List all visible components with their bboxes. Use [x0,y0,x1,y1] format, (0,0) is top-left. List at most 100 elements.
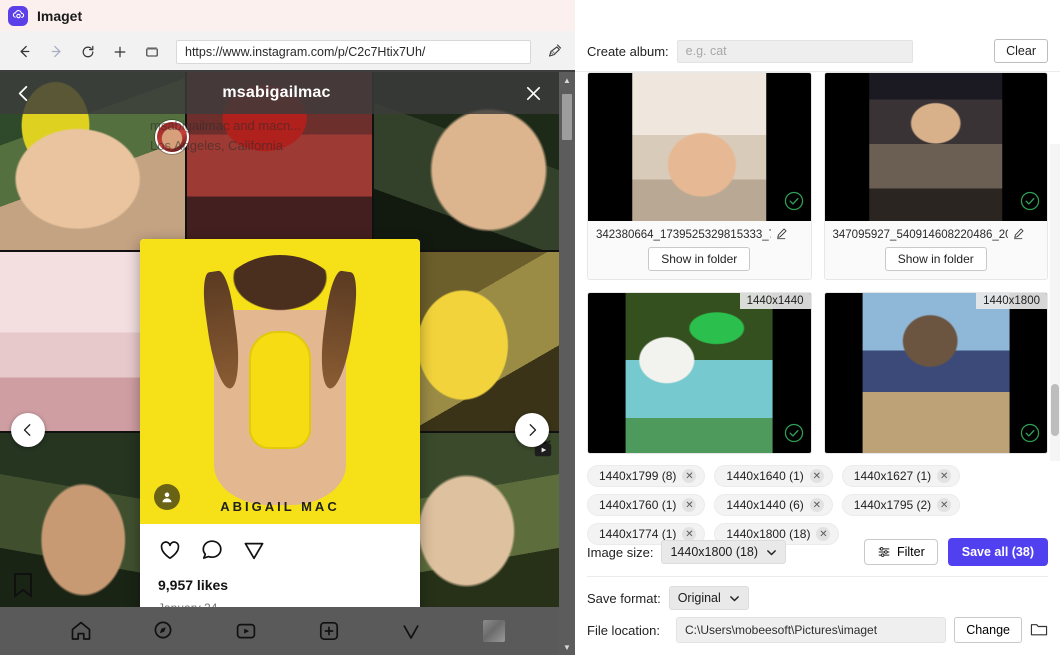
clear-button[interactable]: Clear [994,39,1048,63]
thumbnail-actions: Show in folder [588,247,811,279]
save-format-value: Original [677,591,721,605]
arrow-left-icon[interactable] [10,38,38,66]
panel-scrollbar[interactable] [1050,144,1060,461]
search-icon[interactable] [147,614,181,648]
scroll-down-icon[interactable]: ▼ [559,639,575,655]
check-circle-icon[interactable] [784,423,804,446]
image-size-select[interactable]: 1440x1800 (18) [661,540,787,564]
image-size-label: Image size: [587,544,654,560]
scrollbar-thumb[interactable] [562,94,572,140]
close-icon[interactable]: ✕ [937,498,952,512]
post-action-bar [140,524,420,571]
bookmark-icon [12,572,34,601]
size-filter-chips: 1440x1799 (8) ✕ 1440x1640 (1) ✕ 1440x162… [575,465,1060,545]
size-chip-label: 1440x1440 (6) [726,498,804,512]
thumbnail-image[interactable] [824,73,1047,221]
file-location-input[interactable]: C:\Users\mobeesoft\Pictures\imaget [675,617,947,643]
thumbnail-card[interactable]: 342380664_1739525329815333_77 Show in fo… [587,72,812,280]
scrollbar-thumb[interactable] [1051,384,1059,436]
post-next-button[interactable] [515,413,549,447]
post-prev-button[interactable] [11,413,45,447]
resolution-badge: 1440x1440 [739,293,811,309]
create-album-placeholder: e.g. cat [685,44,727,58]
thumbnail-card[interactable]: 347095927_540914608220486_200 Show in fo… [823,72,1048,280]
heart-icon[interactable] [158,538,182,565]
close-icon[interactable]: ✕ [809,498,824,512]
person-tag-icon[interactable] [154,484,180,510]
post-photo-detail [249,331,311,449]
plus-icon[interactable] [106,38,134,66]
broom-icon[interactable] [539,38,569,66]
size-chip[interactable]: 1440x1627 (1) ✕ [841,465,961,487]
save-format-select[interactable]: Original [668,586,749,610]
size-chip[interactable]: 1440x1799 (8) ✕ [587,465,706,487]
size-chip[interactable]: 1440x1440 (6) ✕ [714,494,833,516]
thumbnail-image[interactable] [588,73,811,221]
instagram-bottom-nav [0,607,559,655]
app-logo-icon [8,5,28,26]
check-circle-icon[interactable] [1020,423,1040,446]
thumbnail-card[interactable]: 1440x1800 [823,292,1048,454]
downloads-panel: Create album: e.g. cat Clear 342380664_1… [575,0,1060,655]
pencil-edit-icon[interactable] [775,227,788,243]
app-title: Imaget [37,7,83,24]
save-format-label: Save format: [587,590,661,606]
reload-icon[interactable] [74,38,102,66]
filter-label: Filter [896,545,925,559]
viewport-scrollbar[interactable]: ▲ ▼ [559,72,575,655]
close-icon[interactable]: ✕ [937,469,952,483]
thumbnail-image[interactable]: 1440x1800 [824,293,1047,453]
image-size-value: 1440x1800 (18) [670,545,759,559]
size-chip[interactable]: 1440x1795 (2) ✕ [841,494,961,516]
instagram-post-card: ABIGAIL MAC 9,957 likes January 24 C [140,239,420,655]
size-chip[interactable]: 1440x1640 (1) ✕ [714,465,833,487]
thumbnail-filename-row: 347095927_540914608220486_200 [825,221,1048,247]
post-photo[interactable]: ABIGAIL MAC [140,239,420,524]
thumbnail-actions: Show in folder [825,247,1048,279]
close-icon[interactable]: ✕ [682,498,697,512]
thumbnail-scroll-area[interactable]: 342380664_1739525329815333_77 Show in fo… [575,72,1060,461]
size-chip-label: 1440x1627 (1) [853,469,932,483]
browser-viewport: msabigailmac msabigailmac and macn... Lo… [0,72,575,655]
home-icon[interactable] [64,614,98,648]
thumbnail-image[interactable]: 1440x1440 [588,293,811,453]
post-meta-overlay: msabigailmac and macn... Los Angeles, Ca… [150,116,410,156]
file-location-row: File location: C:\Users\mobeesoft\Pictur… [575,617,1060,643]
activity-icon[interactable] [394,614,428,648]
modal-back-icon[interactable] [0,72,46,114]
size-chip[interactable]: 1440x1760 (1) ✕ [587,494,706,516]
create-album-label: Create album: [587,43,669,59]
chevron-down-icon [767,549,776,555]
change-location-button[interactable]: Change [954,617,1022,643]
window-tabs-icon[interactable] [138,38,166,66]
check-circle-icon[interactable] [784,191,804,214]
close-icon[interactable]: ✕ [809,469,824,483]
reels-icon[interactable] [229,614,263,648]
pencil-edit-icon[interactable] [1012,227,1025,243]
arrow-right-icon[interactable] [42,38,70,66]
show-in-folder-button[interactable]: Show in folder [884,247,987,271]
save-format-row: Save format: Original [575,586,1060,610]
modal-close-icon[interactable] [507,72,559,114]
chevron-down-icon [729,595,739,601]
folder-icon[interactable] [1030,621,1048,640]
scroll-up-icon[interactable]: ▲ [559,72,575,88]
profile-avatar[interactable] [477,614,511,648]
size-chip-label: 1440x1799 (8) [599,469,677,483]
comment-bubble-icon[interactable] [200,538,224,565]
post-username: msabigailmac and macn... [150,118,302,133]
sliders-icon [878,547,890,557]
create-album-input[interactable]: e.g. cat [676,39,913,63]
save-all-button[interactable]: Save all (38) [947,538,1048,566]
share-paper-plane-icon[interactable] [242,538,266,565]
filter-button[interactable]: Filter [863,539,938,565]
thumbnail-card[interactable]: 1440x1440 [587,292,812,454]
modal-title: msabigailmac [222,84,331,101]
address-bar[interactable]: https://www.instagram.com/p/C2c7Htix7Uh/ [176,39,531,64]
post-photo-caption: ABIGAIL MAC [220,499,340,514]
close-icon[interactable]: ✕ [682,469,697,483]
check-circle-icon[interactable] [1020,191,1040,214]
show-in-folder-button[interactable]: Show in folder [648,247,751,271]
create-icon[interactable] [312,614,346,648]
size-chip-label: 1440x1795 (2) [853,498,932,512]
